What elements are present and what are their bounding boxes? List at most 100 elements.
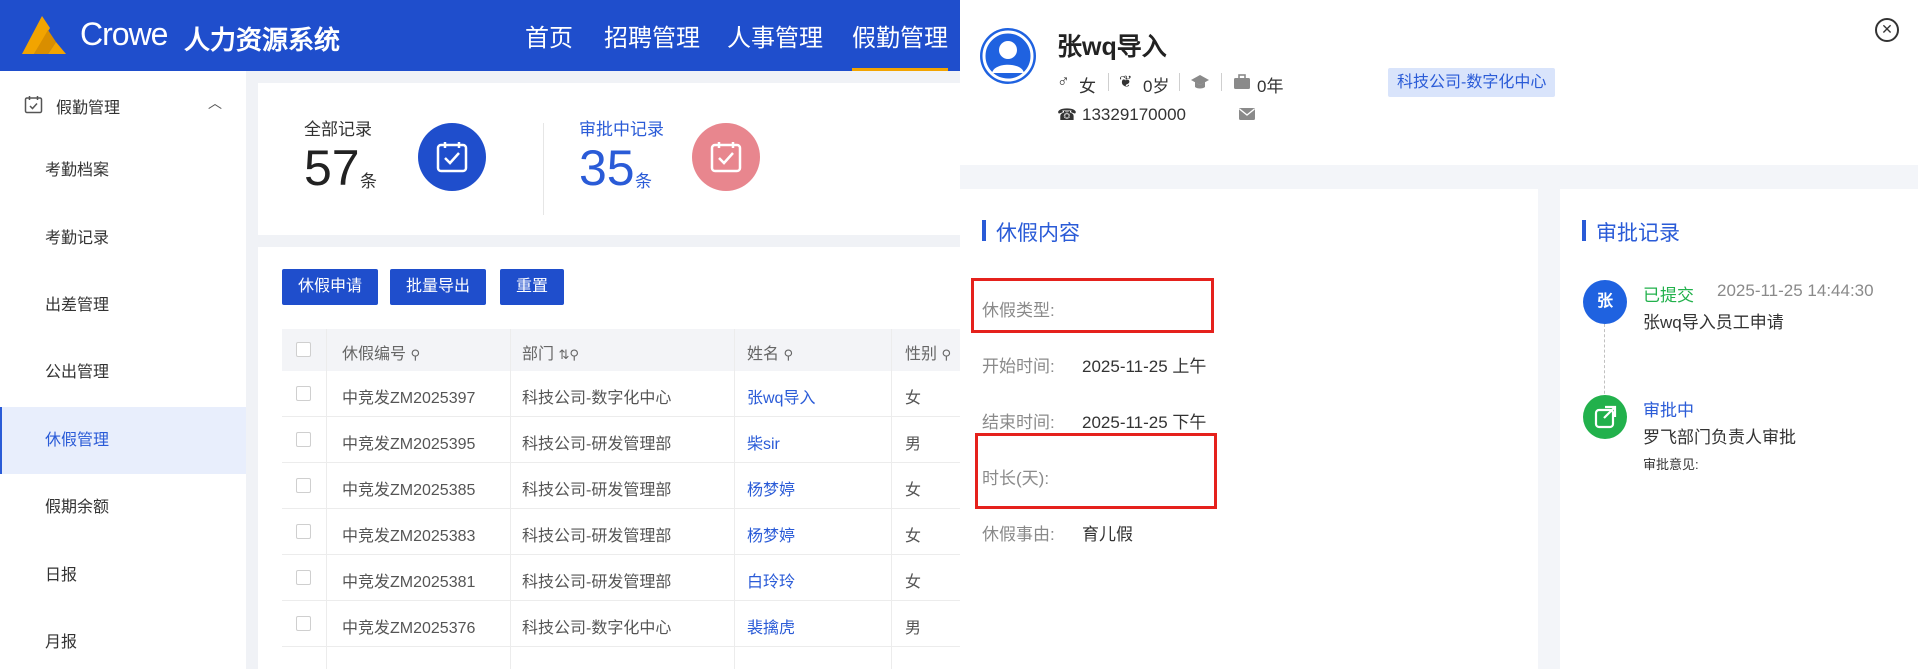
stat-all-icon: [418, 123, 486, 191]
chevron-up-icon: ︿: [208, 95, 222, 111]
cell-name-link[interactable]: 裴擒虎: [747, 614, 795, 638]
search-icon: ⚲: [569, 347, 579, 362]
sort-icon: ⇅: [558, 347, 570, 362]
sidebar-item-attendance-records[interactable]: 考勤记录: [0, 205, 246, 272]
row-checkbox[interactable]: [296, 616, 311, 631]
leave-reason-label: 休假事由:: [982, 525, 1055, 544]
approval-opinion-label: 审批意见:: [1643, 457, 1699, 472]
approval-record-title: 审批记录: [1582, 217, 1680, 247]
leave-detail-drawer: 张wq导入 ♂ 女 ❦ 0岁 0年 科技公司-数字化中心 ☎ 133291700…: [960, 0, 1918, 669]
row-checkbox[interactable]: [296, 386, 311, 401]
person-tenure: 0年: [1257, 77, 1284, 96]
sidebar-item-daily-report[interactable]: 日报: [0, 542, 246, 609]
sidebar-item-leave-balance[interactable]: 假期余额: [0, 474, 246, 541]
nav-personnel[interactable]: 人事管理: [727, 18, 823, 53]
cell-name-link[interactable]: 杨梦婷: [747, 476, 795, 500]
end-time-value: 2025-11-25 下午: [1082, 413, 1207, 432]
table-row[interactable]: 中竞发ZM2025376 科技公司-数字化中心 裴擒虎 男: [282, 601, 960, 647]
system-name: 人力资源系统: [184, 25, 341, 55]
batch-export-button[interactable]: 批量导出: [390, 269, 486, 305]
nav-attendance[interactable]: 假勤管理: [852, 18, 948, 71]
approval-record-card: 审批记录 张 已提交 2025-11-25 14:44:30 张wq导入员工申请…: [1560, 189, 1918, 669]
brand-name: Crowe: [80, 16, 168, 52]
graduation-cap-icon: [1191, 75, 1209, 89]
col-gender[interactable]: 性别 ⚲: [905, 340, 951, 364]
step-desc: 张wq导入员工申请: [1643, 313, 1784, 332]
top-nav: Crowe 人力资源系统 首页 招聘管理 人事管理 假勤管理: [0, 0, 960, 71]
cell-gender: 女: [905, 528, 922, 545]
leave-reason-value: 育儿假: [1082, 525, 1133, 544]
highlight-box-duration: [975, 433, 1217, 509]
submitter-avatar: 张: [1583, 280, 1627, 324]
sidebar-item-monthly-report[interactable]: 月报: [0, 609, 246, 669]
sprout-icon: ❦: [1119, 74, 1133, 91]
main-content: 全部记录 57 条 审批中记录 35 条 休假申请 批量导出 重置 休假编号 ⚲…: [246, 71, 960, 669]
cell-department: 科技公司-研发管理部: [522, 528, 672, 545]
row-checkbox[interactable]: [296, 432, 311, 447]
cell-gender: 男: [905, 436, 922, 453]
highlight-box-leave-type: [971, 278, 1214, 333]
start-time-value: 2025-11-25 上午: [1082, 357, 1207, 376]
table-row[interactable]: 中竞发ZM2025385 科技公司-研发管理部 杨梦婷 女: [282, 463, 960, 509]
cell-leave-id: 中竞发ZM2025383: [342, 528, 476, 545]
col-department[interactable]: 部门 ⇅⚲: [522, 340, 579, 364]
table-row[interactable]: 中竞发ZM2025395 科技公司-研发管理部 柴sir 男: [282, 417, 960, 463]
cell-department: 科技公司-研发管理部: [522, 482, 672, 499]
step-status-pending: 审批中: [1643, 401, 1694, 420]
close-icon[interactable]: ✕: [1875, 18, 1899, 42]
nav-home[interactable]: 首页: [525, 18, 573, 53]
col-leave-id[interactable]: 休假编号 ⚲: [342, 340, 420, 364]
cell-name-link[interactable]: 白玲玲: [747, 568, 795, 592]
col-name[interactable]: 姓名 ⚲: [747, 340, 793, 364]
stats-panel: 全部记录 57 条 审批中记录 35 条: [258, 83, 960, 235]
sidebar-item-business-trip[interactable]: 出差管理: [0, 272, 246, 339]
meta-divider: [1221, 73, 1222, 91]
mail-icon[interactable]: [1238, 107, 1256, 121]
calendar-check-icon: [436, 142, 468, 173]
cell-leave-id: 中竞发ZM2025397: [342, 390, 476, 407]
sidebar-group-label: 假勤管理: [56, 100, 121, 117]
cell-leave-id: 中竞发ZM2025376: [342, 620, 476, 637]
cell-leave-id: 中竞发ZM2025385: [342, 482, 476, 499]
sidebar-item-official-outing[interactable]: 公出管理: [0, 339, 246, 406]
reset-button[interactable]: 重置: [500, 269, 564, 305]
approval-pending-icon: [1583, 395, 1627, 439]
person-gender: 女: [1079, 77, 1096, 96]
table-row[interactable]: 中竞发ZM2025381 科技公司-研发管理部 白玲玲 女: [282, 555, 960, 601]
table-row[interactable]: 中竞发ZM2025383 科技公司-研发管理部 杨梦婷 女: [282, 509, 960, 555]
row-checkbox[interactable]: [296, 570, 311, 585]
calendar-icon: [24, 96, 43, 114]
nav-recruitment[interactable]: 招聘管理: [604, 18, 700, 53]
cell-name-link[interactable]: 杨梦婷: [747, 522, 795, 546]
cell-name-link[interactable]: 柴sir: [747, 430, 780, 454]
stat-pending-unit: 条: [635, 172, 652, 191]
department-tag: 科技公司-数字化中心: [1388, 68, 1556, 97]
stat-all-value: 57: [304, 140, 360, 196]
calendar-check-icon: [710, 142, 742, 173]
table-row[interactable]: 中竞发ZM2025397 科技公司-数字化中心 张wq导入 女: [282, 371, 960, 417]
stats-divider: [543, 123, 544, 215]
step-status-submitted: 已提交: [1643, 286, 1694, 305]
sidebar-item-attendance-archive[interactable]: 考勤档案: [0, 137, 246, 204]
stat-pending-icon: [692, 123, 760, 191]
select-all-checkbox[interactable]: [296, 342, 311, 357]
cell-gender: 女: [905, 482, 922, 499]
row-checkbox[interactable]: [296, 524, 311, 539]
leave-table-panel: 休假申请 批量导出 重置 休假编号 ⚲ 部门 ⇅⚲ 姓名 ⚲ 性别 ⚲ 中竞发Z…: [258, 247, 960, 669]
sidebar-item-leave[interactable]: 休假管理: [0, 407, 246, 474]
stat-pending-value: 35: [579, 140, 635, 196]
person-name: 张wq导入: [1057, 33, 1167, 61]
cell-leave-id: 中竞发ZM2025381: [342, 574, 476, 591]
leave-apply-button[interactable]: 休假申请: [282, 269, 378, 305]
search-icon: ⚲: [410, 347, 420, 362]
sidebar: 假勤管理 ︿ 考勤档案 考勤记录 出差管理 公出管理 休假管理 假期余额 日报 …: [0, 71, 246, 669]
cell-gender: 女: [905, 390, 922, 407]
cell-name-link[interactable]: 张wq导入: [747, 384, 815, 408]
sidebar-group-attendance[interactable]: 假勤管理 ︿: [0, 71, 246, 137]
cell-gender: 女: [905, 574, 922, 591]
meta-divider: [1108, 73, 1109, 91]
start-time-label: 开始时间:: [982, 357, 1055, 376]
timeline-connector: [1604, 324, 1605, 404]
stat-all-unit: 条: [360, 172, 377, 191]
row-checkbox[interactable]: [296, 478, 311, 493]
